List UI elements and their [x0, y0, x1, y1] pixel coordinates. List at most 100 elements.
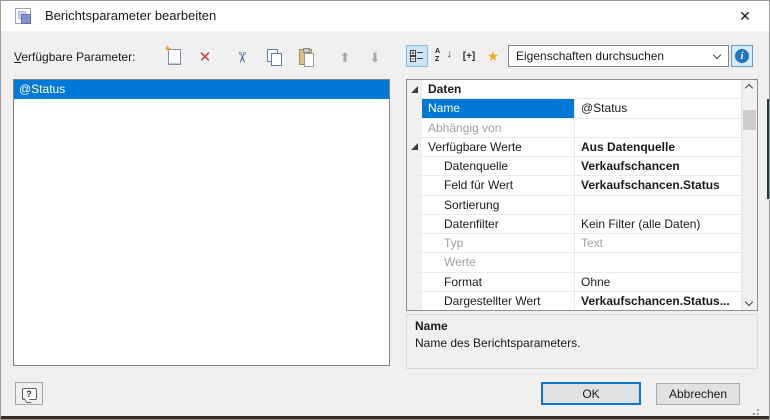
property-value[interactable]	[574, 196, 741, 214]
property-description-panel: Name Name des Berichtsparameters.	[406, 314, 758, 369]
property-row[interactable]: DatenfilterKein Filter (alle Daten)	[407, 215, 741, 234]
help-button[interactable]: ?	[15, 382, 43, 405]
property-value[interactable]: Verkaufschancen	[574, 157, 741, 175]
property-value[interactable]	[574, 119, 741, 137]
property-label: Typ	[422, 234, 574, 252]
property-value[interactable]: Verkaufschancen.Status...	[574, 292, 741, 310]
property-label: Daten	[422, 80, 741, 98]
list-item[interactable]: @Status	[14, 80, 389, 99]
row-margin	[407, 253, 422, 271]
property-label: Dargestellter Wert	[422, 292, 574, 310]
property-label: Name	[422, 99, 574, 117]
row-margin	[407, 80, 422, 98]
resize-grip[interactable]	[757, 409, 759, 411]
info-icon: i	[735, 49, 749, 63]
paste-button[interactable]	[293, 45, 317, 69]
property-row[interactable]: Verfügbare WerteAus Datenquelle	[407, 138, 741, 157]
cancel-button[interactable]: Abbrechen	[656, 383, 740, 405]
search-properties-value: Eigenschaften durchsuchen	[516, 49, 664, 63]
property-value[interactable]: Text	[574, 234, 741, 252]
property-category-row[interactable]: Daten	[407, 80, 741, 99]
property-label: Sortierung	[422, 196, 574, 214]
dialog-title: Berichtsparameter bearbeiten	[45, 8, 216, 23]
property-row[interactable]: Dargestellter WertVerkaufschancen.Status…	[407, 292, 741, 310]
property-row[interactable]: Abhängig von	[407, 119, 741, 138]
property-label: Format	[422, 273, 574, 291]
titlebar: Berichtsparameter bearbeiten ✕	[1, 1, 769, 31]
property-row[interactable]: TypText	[407, 234, 741, 253]
close-icon[interactable]: ✕	[729, 6, 761, 27]
property-row[interactable]: Name@Status	[407, 99, 741, 118]
scissors-icon: ✂	[233, 51, 248, 64]
description-title: Name	[415, 319, 749, 333]
description-text: Name des Berichtsparameters.	[415, 336, 749, 350]
property-value[interactable]: @Status	[574, 99, 741, 117]
scroll-down-icon[interactable]	[745, 298, 753, 306]
row-margin	[407, 157, 422, 175]
delete-parameter-button[interactable]: ✕	[193, 45, 217, 69]
expand-arrow-icon[interactable]	[411, 143, 418, 150]
move-down-button[interactable]: ⬇	[363, 45, 387, 69]
row-margin	[407, 292, 422, 310]
categorized-view-button[interactable]	[406, 45, 428, 67]
row-margin	[407, 234, 422, 252]
copy-icon	[267, 49, 282, 65]
property-label: Datenfilter	[422, 215, 574, 233]
dialog-icon	[15, 8, 31, 24]
scrollbar[interactable]	[741, 80, 757, 310]
ok-button[interactable]: OK	[541, 382, 641, 405]
row-margin	[407, 119, 422, 137]
favorites-button[interactable]: ★	[482, 45, 504, 67]
expand-all-button[interactable]: [+]	[456, 45, 482, 67]
screen-edge-right	[767, 99, 769, 199]
property-label: Datenquelle	[422, 157, 574, 175]
new-document-icon: ✦	[168, 49, 181, 65]
property-value[interactable]: Aus Datenquelle	[574, 138, 741, 156]
row-margin	[407, 138, 422, 156]
property-row[interactable]: FormatOhne	[407, 273, 741, 292]
property-row[interactable]: Feld für WertVerkaufschancen.Status	[407, 176, 741, 195]
arrow-down-icon: ⬇	[370, 51, 381, 64]
search-properties-combobox[interactable]: Eigenschaften durchsuchen	[508, 45, 729, 67]
scrollbar-thumb[interactable]	[743, 110, 756, 130]
scroll-up-icon[interactable]	[745, 84, 753, 92]
copy-button[interactable]	[262, 45, 286, 69]
sort-alphabetical-button[interactable]: AZ ↓	[432, 45, 454, 67]
property-label: Werte	[422, 253, 574, 271]
move-up-button[interactable]: ⬆	[333, 45, 357, 69]
row-margin	[407, 99, 422, 117]
star-icon: ★	[487, 49, 500, 63]
parameter-list[interactable]: @Status	[13, 79, 390, 366]
available-parameters-label: Verfügbare Parameter:	[14, 50, 135, 64]
property-row[interactable]: DatenquelleVerkaufschancen	[407, 157, 741, 176]
help-icon: ?	[22, 388, 37, 400]
property-label: Verfügbare Werte	[422, 138, 574, 156]
row-margin	[407, 215, 422, 233]
chevron-down-icon[interactable]	[713, 51, 721, 59]
delete-icon: ✕	[199, 50, 212, 65]
property-grid-rows: DatenName@StatusAbhängig vonVerfügbare W…	[407, 80, 741, 310]
row-margin	[407, 273, 422, 291]
property-label: Abhängig von	[422, 119, 574, 137]
row-margin	[407, 196, 422, 214]
row-margin	[407, 176, 422, 194]
expand-all-icon: [+]	[463, 51, 476, 62]
edit-report-parameters-dialog: Berichtsparameter bearbeiten ✕ Verfügbar…	[0, 0, 770, 420]
categorized-icon	[410, 49, 424, 63]
property-value[interactable]: Kein Filter (alle Daten)	[574, 215, 741, 233]
arrow-up-icon: ⬆	[340, 51, 351, 64]
property-row[interactable]: Sortierung	[407, 196, 741, 215]
property-row[interactable]: Werte	[407, 253, 741, 272]
expand-arrow-icon[interactable]	[411, 86, 418, 93]
property-grid: DatenName@StatusAbhängig vonVerfügbare W…	[406, 79, 758, 311]
clipboard-icon	[299, 49, 312, 65]
property-value[interactable]: Ohne	[574, 273, 741, 291]
screen-edge-bottom	[1, 416, 769, 419]
sort-az-icon: AZ ↓	[435, 48, 451, 64]
property-label: Feld für Wert	[422, 176, 574, 194]
new-parameter-button[interactable]: ✦	[162, 45, 186, 69]
cut-button[interactable]: ✂	[229, 45, 253, 69]
info-button[interactable]: i	[731, 45, 753, 67]
property-value[interactable]: Verkaufschancen.Status	[574, 176, 741, 194]
property-value[interactable]	[574, 253, 741, 271]
